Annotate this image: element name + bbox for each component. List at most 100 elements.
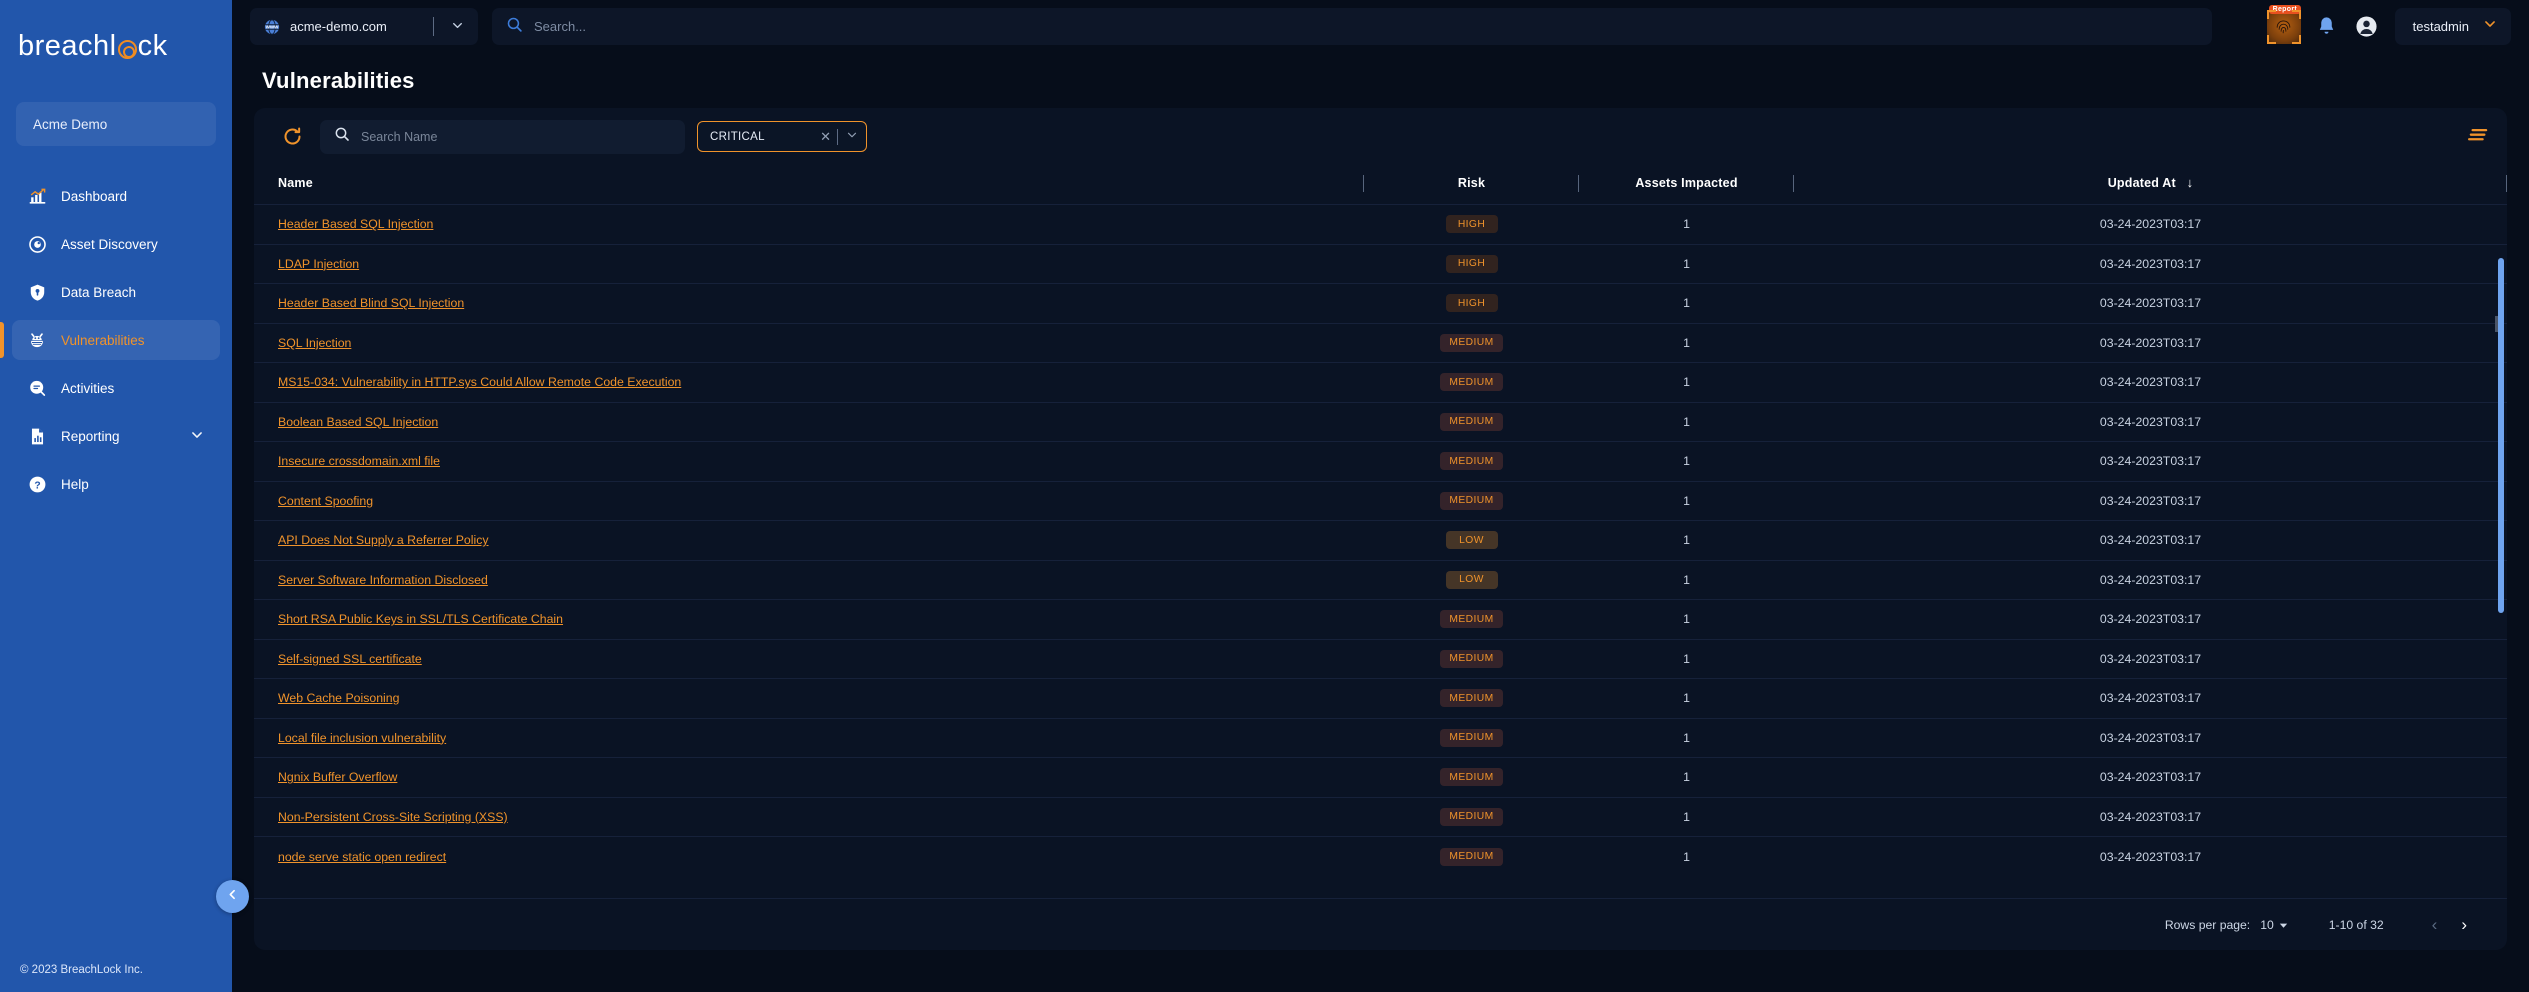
risk-badge: MEDIUM xyxy=(1440,649,1503,668)
cell-updated-at: 03-24-2023T03:17 xyxy=(1794,638,2507,679)
cell-updated-at: 03-24-2023T03:17 xyxy=(1794,480,2507,521)
table-row: Web Cache Poisoning MEDIUM 1 03-24-2023T03:… xyxy=(254,678,2507,718)
main-area: WWW acme-demo.com Search... Report testa… xyxy=(232,0,2529,992)
refresh-button[interactable] xyxy=(278,123,306,151)
sidebar-collapse-button[interactable] xyxy=(216,880,249,913)
vulnerability-link[interactable]: Content Spoofing xyxy=(278,494,373,508)
sidebar-item-data-breach[interactable]: Data Breach xyxy=(12,272,220,312)
notifications-button[interactable] xyxy=(2313,13,2341,41)
vertical-scrollbar-thumb[interactable] xyxy=(2498,258,2504,613)
chevron-down-icon[interactable] xyxy=(838,129,858,144)
cell-risk: LOW xyxy=(1364,559,1579,600)
vulnerability-link[interactable]: Local file inclusion vulnerability xyxy=(278,731,446,745)
cell-assets-impacted: 1 xyxy=(1579,243,1794,284)
column-header-updated-at[interactable]: Updated At ↓ xyxy=(1794,165,2507,205)
report-fingerprint-button[interactable]: Report xyxy=(2266,4,2301,44)
cell-name: LDAP Injection xyxy=(254,243,1364,284)
rows-per-page-select[interactable]: 10 xyxy=(2260,918,2289,932)
next-page-button[interactable]: › xyxy=(2449,915,2479,935)
risk-badge: HIGH xyxy=(1445,215,1498,234)
vulnerability-link[interactable]: Short RSA Public Keys in SSL/TLS Certifi… xyxy=(278,612,563,626)
vulnerability-link[interactable]: Web Cache Poisoning xyxy=(278,691,399,705)
cell-updated-at: 03-24-2023T03:17 xyxy=(1794,678,2507,718)
risk-badge: MEDIUM xyxy=(1440,333,1503,352)
vulnerability-link[interactable]: Boolean Based SQL Injection xyxy=(278,415,438,429)
vulnerability-link[interactable]: Header Based SQL Injection xyxy=(278,217,433,231)
sidebar-item-label: Asset Discovery xyxy=(61,236,158,252)
org-name: Acme Demo xyxy=(33,116,108,132)
cell-assets-impacted: 1 xyxy=(1579,638,1794,679)
cell-name: Web Cache Poisoning xyxy=(254,678,1364,718)
app-root: breachl ck Acme Demo Dashboard Asset Dis… xyxy=(0,0,2529,992)
list-lines-icon xyxy=(2468,129,2488,141)
risk-badge: LOW xyxy=(1445,570,1498,589)
vulnerability-link[interactable]: Insecure crossdomain.xml file xyxy=(278,454,440,468)
sidebar-item-help[interactable]: ? Help xyxy=(12,464,220,504)
global-search[interactable] xyxy=(492,8,2212,45)
account-avatar-button[interactable] xyxy=(2353,13,2381,41)
vulnerability-link[interactable]: MS15-034: Vulnerability in HTTP.sys Coul… xyxy=(278,375,681,389)
name-search[interactable] xyxy=(320,119,685,154)
user-menu[interactable]: testadmin xyxy=(2394,8,2511,45)
cell-name: API Does Not Supply a Referrer Policy xyxy=(254,520,1364,560)
sidebar-item-activities[interactable]: Activities xyxy=(12,368,220,408)
sidebar-item-label: Help xyxy=(61,476,89,492)
chevron-down-icon[interactable] xyxy=(190,428,204,445)
brand-logo[interactable]: breachl ck xyxy=(0,0,232,78)
domain-selector[interactable]: WWW acme-demo.com xyxy=(250,8,478,45)
risk-badge: LOW xyxy=(1445,531,1498,550)
global-search-input[interactable] xyxy=(534,19,2212,34)
sidebar-item-asset-discovery[interactable]: Asset Discovery xyxy=(12,224,220,264)
org-selector[interactable]: Acme Demo xyxy=(16,102,216,146)
fingerprint-logo-icon xyxy=(117,40,137,59)
table-row: Header Based SQL Injection HIGH 1 03-24-202… xyxy=(254,204,2507,244)
cell-assets-impacted: 1 xyxy=(1579,796,1794,837)
column-header-assets-impacted[interactable]: Assets Impacted xyxy=(1579,165,1794,205)
svg-text:?: ? xyxy=(34,480,40,491)
cell-updated-at: 03-24-2023T03:17 xyxy=(1794,243,2507,284)
cell-assets-impacted: 1 xyxy=(1579,757,1794,797)
name-search-input[interactable] xyxy=(361,129,685,144)
vulnerability-link[interactable]: Server Software Information Disclosed xyxy=(278,573,488,587)
rows-per-page-label: Rows per page: xyxy=(2164,917,2251,932)
sort-descending-icon[interactable]: ↓ xyxy=(2187,175,2194,190)
risk-badge: MEDIUM xyxy=(1440,452,1503,471)
risk-badge: MEDIUM xyxy=(1440,768,1503,787)
column-options-button[interactable] xyxy=(2468,128,2489,149)
vulnerability-link[interactable]: Header Based Blind SQL Injection xyxy=(278,296,464,310)
vulnerability-link[interactable]: Ngnix Buffer Overflow xyxy=(278,770,397,784)
sidebar-item-vulnerabilities[interactable]: Vulnerabilities xyxy=(0,320,220,360)
chevron-down-icon[interactable] xyxy=(2483,17,2497,36)
vulnerability-link[interactable]: API Does Not Supply a Referrer Policy xyxy=(278,533,489,547)
column-label: Assets Impacted xyxy=(1635,175,1738,190)
risk-badge: MEDIUM xyxy=(1440,491,1503,510)
cell-updated-at: 03-24-2023T03:17 xyxy=(1794,401,2507,442)
clear-filter-icon[interactable]: ✕ xyxy=(814,129,837,145)
cell-risk: MEDIUM xyxy=(1364,599,1579,639)
vulnerability-link[interactable]: LDAP Injection xyxy=(278,257,359,271)
column-header-risk[interactable]: Risk xyxy=(1364,165,1579,205)
user-name: testadmin xyxy=(2412,19,2469,34)
cell-assets-impacted: 1 xyxy=(1579,717,1794,758)
vulnerability-link[interactable]: Self-signed SSL certificate xyxy=(278,652,422,666)
sidebar-item-dashboard[interactable]: Dashboard xyxy=(12,176,220,216)
search-icon xyxy=(334,126,350,147)
vulnerability-link[interactable]: node serve static open redirect xyxy=(278,850,446,864)
cell-updated-at: 03-24-2023T03:17 xyxy=(1794,322,2507,363)
target-icon xyxy=(27,234,47,254)
risk-filter-chip[interactable]: CRITICAL ✕ xyxy=(697,121,867,152)
sidebar-item-label: Vulnerabilities xyxy=(61,332,145,348)
cell-risk: MEDIUM xyxy=(1364,796,1579,837)
cell-updated-at: 03-24-2023T03:17 xyxy=(1794,599,2507,639)
table-row: Content Spoofing MEDIUM 1 03-24-2023T03:17 xyxy=(254,480,2507,521)
vulnerability-link[interactable]: Non-Persistent Cross-Site Scripting (XSS… xyxy=(278,810,508,824)
previous-page-button[interactable]: ‹ xyxy=(2420,915,2450,935)
chevron-down-icon[interactable] xyxy=(443,19,472,35)
vulnerability-link[interactable]: SQL Injection xyxy=(278,336,351,350)
sidebar-item-reporting[interactable]: Reporting xyxy=(12,416,220,456)
logo-text-left: breachl xyxy=(18,30,117,62)
cell-assets-impacted: 1 xyxy=(1579,322,1794,363)
column-header-name[interactable]: Name xyxy=(254,165,1364,205)
risk-badge: HIGH xyxy=(1445,254,1498,273)
cell-risk: MEDIUM xyxy=(1364,836,1579,876)
